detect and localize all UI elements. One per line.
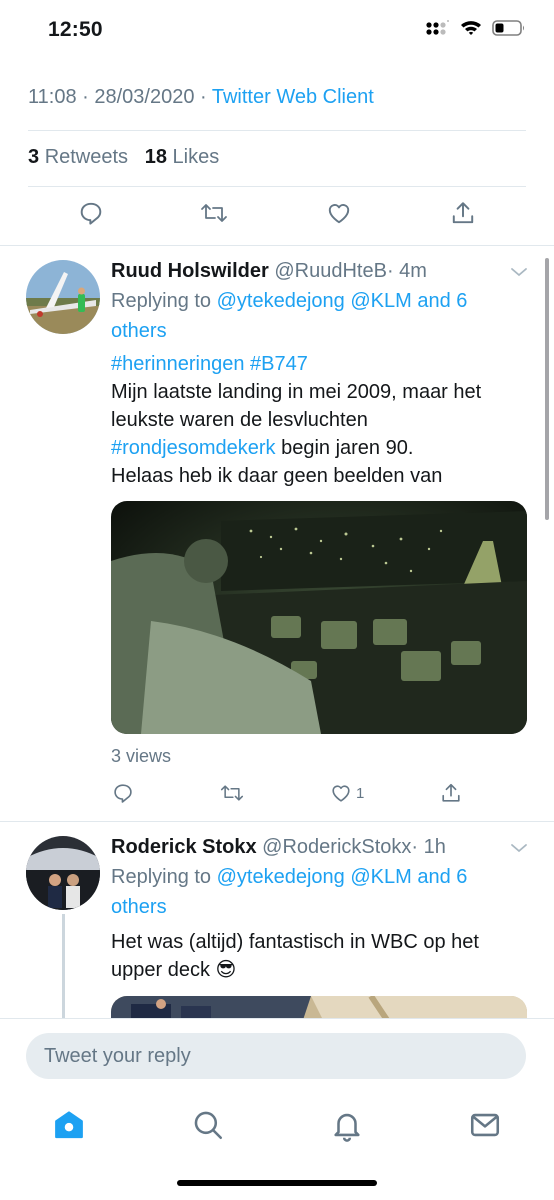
retweet-icon xyxy=(201,204,227,222)
reply-text: Het was (altijd) fantastisch in WBC op h… xyxy=(111,931,479,981)
reply-button[interactable] xyxy=(78,200,104,226)
tab-search[interactable] xyxy=(191,1108,225,1147)
avatar[interactable] xyxy=(26,260,100,334)
reply-tweet[interactable]: Roderick Stokx @RoderickStokx· 1h Replyi… xyxy=(0,822,554,1018)
retweets-count: 3 xyxy=(28,146,40,168)
like-icon xyxy=(328,204,350,224)
search-icon xyxy=(194,1111,223,1140)
tab-notifications[interactable] xyxy=(330,1108,364,1147)
replying-to-prefix: Replying to xyxy=(111,866,212,888)
share-icon xyxy=(452,202,474,224)
scrollbar[interactable] xyxy=(545,258,549,520)
cellular-signal-icon xyxy=(426,20,449,35)
reply-header: Ruud Holswilder @RuudHteB· 4m xyxy=(111,260,427,283)
retweets-link[interactable]: 3 Retweets xyxy=(28,146,128,168)
reply-composer-bar xyxy=(0,1018,554,1098)
user-handle: @RuudHteB xyxy=(274,260,387,282)
like-button[interactable] xyxy=(326,200,352,226)
replying-to: Replying to @ytekedejong @KLM and 6 othe… xyxy=(111,862,511,922)
tab-home[interactable] xyxy=(52,1108,86,1147)
reply-actions: 1 xyxy=(0,782,554,810)
tweet-client-link[interactable]: Twitter Web Client xyxy=(212,86,374,108)
retweet-button[interactable] xyxy=(200,200,228,226)
tweet-actions xyxy=(0,200,554,232)
thread-line xyxy=(62,914,65,1018)
chevron-down-icon[interactable] xyxy=(510,266,528,278)
like-button[interactable]: 1 xyxy=(330,782,364,804)
reply-text: #herinneringen #B747 Mijn laatste landin… xyxy=(111,350,531,490)
retweet-button[interactable] xyxy=(220,782,244,804)
home-icon xyxy=(55,1111,83,1139)
reply-button[interactable] xyxy=(112,782,134,804)
like-icon xyxy=(332,785,350,802)
reply-tweet[interactable]: Ruud Holswilder @RuudHteB· 4m Replying t… xyxy=(0,246,554,820)
image-preview xyxy=(111,996,527,1018)
user-handle: @RoderickStokx xyxy=(262,836,412,858)
notifications-icon xyxy=(334,1113,360,1142)
divider xyxy=(28,130,526,131)
share-button[interactable] xyxy=(450,200,476,226)
reply-header: Roderick Stokx @RoderickStokx· 1h xyxy=(111,836,446,859)
image-thumbnail[interactable] xyxy=(111,996,527,1018)
home-indicator xyxy=(177,1180,377,1186)
video-image xyxy=(111,501,527,734)
tweet-timestamp-line: 11:08 · 28/03/2020 · Twitter Web Client xyxy=(28,86,374,109)
tab-messages[interactable] xyxy=(468,1108,502,1147)
hashtag[interactable]: #rondjesomdekerk xyxy=(111,437,276,459)
avatar[interactable] xyxy=(26,836,100,910)
likes-count: 18 xyxy=(144,146,167,168)
reply-time: · 1h xyxy=(411,836,446,858)
messages-icon xyxy=(470,1113,500,1137)
status-time: 12:50 xyxy=(48,18,103,41)
meta-separator: · xyxy=(194,86,212,108)
wifi-icon xyxy=(461,21,481,35)
retweet-icon xyxy=(220,785,244,801)
view-count: 3 views xyxy=(111,746,172,766)
text-line: Mijn laatste landing in mei 2009, maar h… xyxy=(111,381,482,431)
hashtags[interactable]: #herinneringen #B747 xyxy=(111,350,531,378)
display-name[interactable]: Ruud Holswilder xyxy=(111,260,269,282)
like-count: 1 xyxy=(356,784,365,802)
replying-to-prefix: Replying to xyxy=(111,290,212,312)
engagement-counts: 3 Retweets 18 Likes xyxy=(28,146,219,169)
chevron-down-icon[interactable] xyxy=(510,842,528,854)
likes-link[interactable]: 18 Likes xyxy=(145,146,220,168)
reply-time: · 4m xyxy=(386,260,427,282)
share-icon xyxy=(442,783,460,802)
likes-label: Likes xyxy=(172,146,220,168)
display-name[interactable]: Roderick Stokx xyxy=(111,836,257,858)
tweet-timestamp: 11:08 · 28/03/2020 xyxy=(28,86,195,108)
avatar-image xyxy=(26,836,100,910)
retweets-label: Retweets xyxy=(44,146,129,168)
video-thumbnail[interactable] xyxy=(111,501,527,734)
share-button[interactable] xyxy=(440,782,462,804)
text-line: begin jaren 90. xyxy=(275,437,414,459)
reply-icon xyxy=(114,784,132,803)
tweet-reply-input[interactable] xyxy=(26,1033,526,1079)
divider xyxy=(28,186,526,187)
status-bar: 12:50 xyxy=(0,0,554,60)
reply-icon xyxy=(80,202,102,225)
avatar-image xyxy=(26,260,100,334)
battery-icon xyxy=(492,20,524,36)
status-icons xyxy=(426,20,526,36)
text-line: Helaas heb ik daar geen beelden van xyxy=(111,465,443,487)
replying-to: Replying to @ytekedejong @KLM and 6 othe… xyxy=(111,286,511,346)
